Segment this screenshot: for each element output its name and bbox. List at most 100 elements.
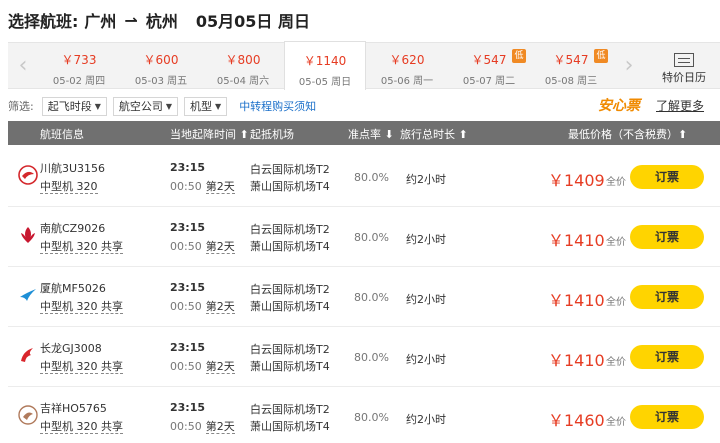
date-tab-date: 05-04 周六 (216, 76, 270, 87)
flight-number[interactable]: 厦航MF5026 (40, 280, 106, 296)
dropdown-triangle-icon: ▼ (94, 101, 101, 111)
transfer-notice-link[interactable]: 中转程购买须知 (239, 98, 316, 114)
arrival-time: 00:50 第2天 (170, 300, 235, 314)
on-time-rate: 80.0% (354, 291, 389, 304)
learn-more-link[interactable]: 了解更多 (656, 97, 704, 114)
book-button[interactable]: 订票 (630, 285, 704, 309)
book-button[interactable]: 订票 (630, 165, 704, 189)
col-local-time[interactable]: 当地起降时间 ⬆ (170, 126, 249, 142)
date-tab-date: 05-05 周日 (298, 77, 352, 88)
book-button[interactable]: 订票 (630, 225, 704, 249)
date-tab-date: 05-08 周三 (544, 76, 598, 87)
departure-airport: 白云国际机场T2 (250, 163, 330, 176)
plane-type: 中型机 320 共享 (40, 420, 123, 434)
lowest-price: ￥1410 (548, 291, 605, 310)
departure-time: 23:15 (170, 341, 206, 354)
origin-city: 广州 (84, 12, 117, 31)
total-duration: 约2小时 (406, 353, 446, 366)
departure-airport: 白云国际机场T2 (250, 343, 330, 356)
low-price-badge: 低 (512, 49, 526, 63)
china-southern-logo-icon (21, 227, 35, 243)
low-price-badge: 低 (594, 49, 608, 63)
codeshare-label: 共享 (101, 240, 123, 254)
lowest-price: ￥1460 (548, 411, 605, 430)
on-time-rate: 80.0% (354, 171, 389, 184)
price-note: 全价 (606, 357, 626, 368)
arrival-airport: 萧山国际机场T4 (250, 240, 330, 253)
lowest-price: ￥1410 (548, 351, 605, 370)
price-note: 全价 (606, 297, 626, 308)
filter-button-label: 机型 (190, 100, 213, 113)
lowest-price: ￥1409 (548, 171, 605, 190)
date-tab-date: 05-07 周二 (462, 76, 516, 87)
airline-filter[interactable]: 航空公司 ▼ (112, 96, 179, 116)
next-day-label: 第2天 (205, 420, 235, 434)
departure-airport: 白云国际机场T2 (250, 403, 330, 416)
xiamen-airlines-logo-icon (20, 289, 36, 301)
arrival-airport: 萧山国际机场T4 (250, 180, 330, 193)
plane-type: 中型机 320 共享 (40, 300, 123, 314)
codeshare-label: 共享 (101, 420, 123, 434)
flight-row: 川航3U3156 中型机 320 23:15 00:50 第2天 白云国际机场T2… (8, 147, 720, 207)
date-tab-selected[interactable]: ￥1140 05-05 周日 (284, 41, 366, 90)
date-tab[interactable]: ￥733 05-02 周四 (38, 43, 120, 88)
flight-row: 吉祥HO5765 中型机 320 共享 23:15 00:50 第2天 白云国际机… (8, 387, 720, 443)
book-button[interactable]: 订票 (630, 345, 704, 369)
flight-row: 厦航MF5026 中型机 320 共享 23:15 00:50 第2天 白云国际机… (8, 267, 720, 327)
col-flight-info: 航班信息 (40, 128, 84, 141)
dropdown-triangle-icon: ▼ (165, 101, 173, 111)
prev-dates-chevron-icon[interactable]: ‹ (8, 43, 38, 88)
aircraft-filter[interactable]: 机型 ▼ (184, 96, 228, 116)
departure-time: 23:15 (170, 221, 206, 234)
destination-city: 杭州 (145, 12, 178, 31)
flight-number[interactable]: 南航CZ9026 (40, 220, 105, 236)
calendar-icon (674, 53, 694, 67)
arrival-airport: 萧山国际机场T4 (250, 300, 330, 313)
price-note: 全价 (606, 417, 626, 428)
date-tab-date: 05-03 周五 (134, 76, 188, 87)
date-tab-price: ￥733 (61, 53, 97, 67)
total-duration: 约2小时 (406, 413, 446, 426)
total-duration: 约2小时 (406, 173, 446, 186)
dropdown-triangle-icon: ▼ (215, 101, 222, 111)
date-tab[interactable]: ￥620 05-06 周一 (366, 43, 448, 88)
next-day-label: 第2天 (205, 300, 235, 314)
arrival-time: 00:50 第2天 (170, 360, 235, 374)
next-dates-chevron-icon[interactable]: › (614, 43, 644, 88)
flight-number[interactable]: 长龙GJ3008 (40, 340, 102, 356)
travel-date: 05月05日 周日 (195, 12, 310, 31)
date-tab-price: ￥600 (143, 53, 179, 67)
date-tab-price: ￥620 (389, 53, 425, 67)
col-airport: 起抵机场 (250, 128, 294, 141)
results-header: 航班信息 当地起降时间 ⬆ 起抵机场 准点率 ⬇ 旅行总时长 ⬆ 最低价格（不含… (8, 121, 720, 145)
date-tab-date: 05-06 周一 (380, 76, 434, 87)
flight-number[interactable]: 吉祥HO5765 (40, 400, 107, 416)
plane-type: 中型机 320 共享 (40, 360, 123, 374)
sichuan-airlines-logo-icon (18, 165, 38, 185)
col-duration[interactable]: 旅行总时长 ⬆ (400, 126, 468, 142)
departure-time: 23:15 (170, 401, 206, 414)
filter-button-label: 起飞时段 (47, 100, 92, 113)
date-tab[interactable]: ￥600 05-03 周五 (120, 43, 202, 88)
special-calendar-button[interactable]: 特价日历 (648, 43, 720, 88)
on-time-rate: 80.0% (354, 231, 389, 244)
flight-row: 长龙GJ3008 中型机 320 共享 23:15 00:50 第2天 白云国际机… (8, 327, 720, 387)
col-price[interactable]: 最低价格（不含税费）⬆ (568, 126, 687, 142)
plane-type: 中型机 320 共享 (40, 240, 123, 254)
date-tab-date: 05-02 周四 (52, 76, 106, 87)
price-note: 全价 (606, 237, 626, 248)
date-price-strip: ‹ ￥733 05-02 周四 ￥600 05-03 周五 ￥800 05-04… (8, 41, 720, 90)
book-button[interactable]: 订票 (630, 405, 704, 429)
departure-airport: 白云国际机场T2 (250, 223, 330, 236)
departure-time: 23:15 (170, 281, 206, 294)
codeshare-label: 共享 (101, 300, 123, 314)
departure-time-filter[interactable]: 起飞时段 ▼ (41, 96, 107, 116)
flight-row: 南航CZ9026 中型机 320 共享 23:15 00:50 第2天 白云国际机… (8, 207, 720, 267)
total-duration: 约2小时 (406, 233, 446, 246)
date-tab[interactable]: ￥800 05-04 周六 (202, 43, 284, 88)
departure-airport: 白云国际机场T2 (250, 283, 330, 296)
flight-number[interactable]: 川航3U3156 (40, 160, 105, 176)
col-on-time[interactable]: 准点率 ⬇ (348, 126, 394, 142)
plane-type: 中型机 320 (40, 180, 98, 194)
route-arrow-icon: ⇀ (124, 10, 138, 30)
